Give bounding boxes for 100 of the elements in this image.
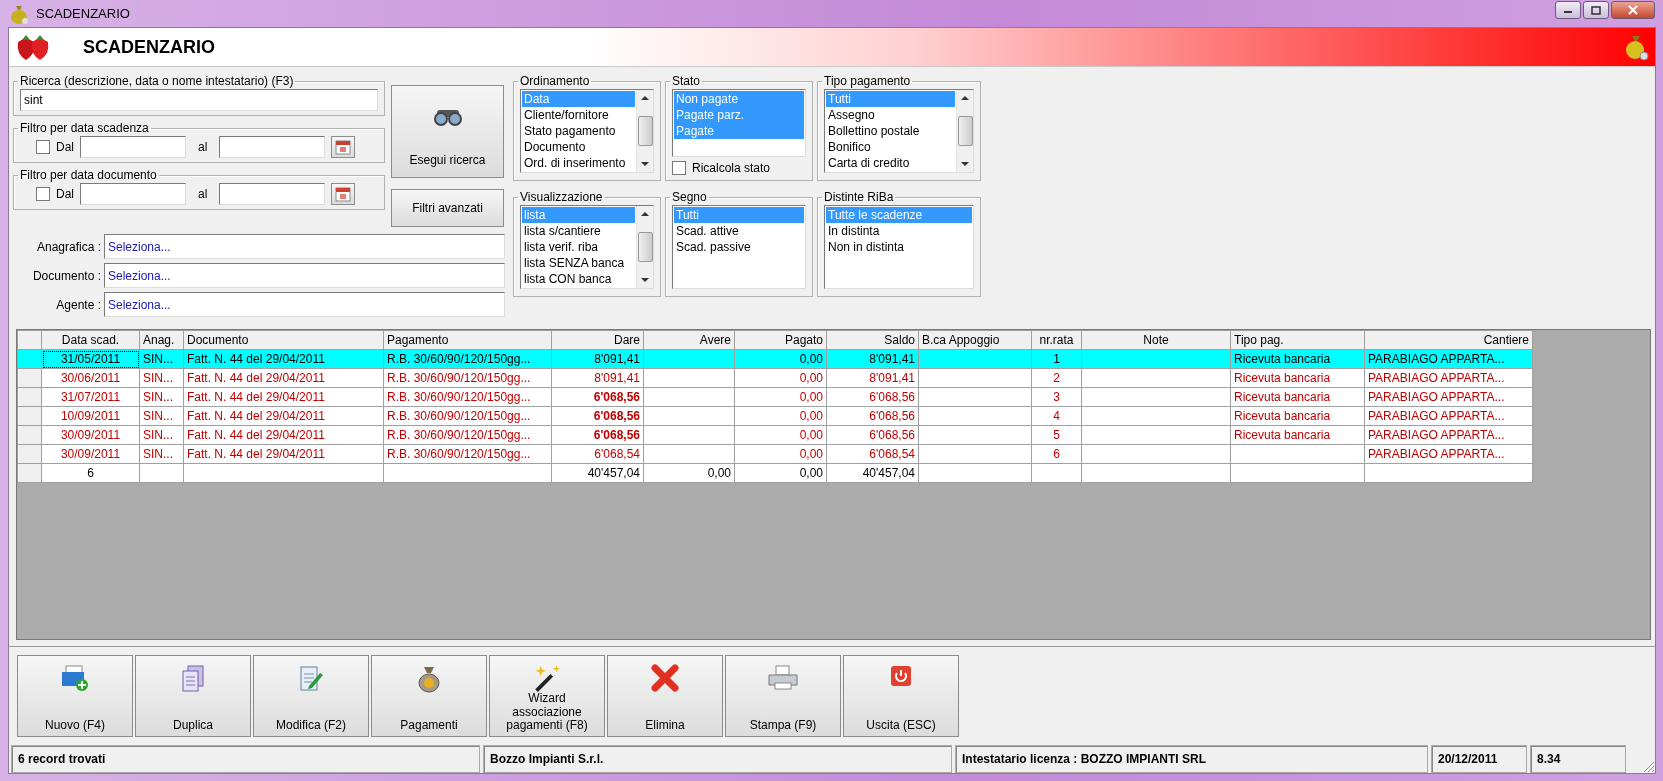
close-button[interactable] xyxy=(1611,1,1655,19)
scrollbar[interactable] xyxy=(636,206,653,288)
search-field[interactable]: sint xyxy=(20,89,378,111)
list-box[interactable]: Tutti Assegno Bollettino postale Bonifico Carta di credito xyxy=(824,89,974,173)
status-text: 8.34 xyxy=(1530,745,1626,773)
table-cell: R.B. 30/60/90/120/150gg... xyxy=(383,444,552,464)
table-cell: 0,00 xyxy=(734,425,827,445)
list-item[interactable]: lista verif. riba xyxy=(522,239,635,255)
table-cell: 6'068,54 xyxy=(551,444,644,464)
checkbox[interactable] xyxy=(672,161,686,175)
column-header[interactable]: Saldo xyxy=(826,330,919,350)
table-cell: 40'457,04 xyxy=(826,463,919,483)
list-item[interactable]: lista CON banca xyxy=(522,271,635,287)
table-cell: SIN... xyxy=(139,387,184,407)
list-item[interactable]: lista SENZA banca xyxy=(522,255,635,271)
table-cell: 4 xyxy=(1031,406,1082,426)
group-label: Ordinamento xyxy=(519,75,591,87)
column-header[interactable]: Cantiere xyxy=(1364,330,1533,350)
field-label: Dal xyxy=(56,186,74,203)
list-item[interactable]: Ord. di inserimento xyxy=(522,155,635,171)
lookup-field[interactable]: Seleziona... xyxy=(104,292,505,317)
box-plus-icon xyxy=(60,664,90,692)
header-title: SCADENZARIO xyxy=(83,35,215,59)
column-header[interactable]: Pagato xyxy=(734,330,827,350)
toolbar-button[interactable]: Pagamenti xyxy=(371,655,487,737)
lookup-field[interactable]: Seleziona... xyxy=(104,234,505,259)
table-cell: 6 xyxy=(1031,444,1082,464)
table-cell: 6'068,56 xyxy=(826,387,919,407)
status-text: Intestatario licenza : BOZZO IMPIANTI SRL xyxy=(955,745,1428,773)
toolbar-button[interactable]: Elimina xyxy=(607,655,723,737)
table-cell: 10/09/2011 xyxy=(41,406,140,426)
table-cell: 6'068,56 xyxy=(826,406,919,426)
scrollbar[interactable] xyxy=(636,90,653,172)
list-item[interactable]: lista s/cantiere xyxy=(522,223,635,239)
table-cell: Ricevuta bancaria xyxy=(1230,406,1365,426)
toolbar-button[interactable]: Uscita (ESC) xyxy=(843,655,959,737)
group-label: Visualizzazione xyxy=(519,191,604,203)
group-label: Filtro per data documento xyxy=(19,169,158,181)
column-header[interactable]: nr.rata xyxy=(1031,330,1082,350)
table-cell: PARABIAGO APPARTA... xyxy=(1364,368,1533,388)
column-header[interactable]: Note xyxy=(1081,330,1231,350)
list-box[interactable]: Data Cliente/fornitore Stato pagamento Documento Ord. di inserimento xyxy=(520,89,654,173)
list-box[interactable]: lista lista s/cantiere lista verif. riba lista SENZA banca lista CON banca xyxy=(520,205,654,289)
column-header[interactable]: Tipo pag. xyxy=(1230,330,1365,350)
close-icon xyxy=(1627,5,1639,15)
power-icon xyxy=(889,664,913,688)
column-header[interactable]: Anag. xyxy=(139,330,184,350)
scrollbar[interactable] xyxy=(956,90,973,172)
list-item[interactable]: Bollettino postale xyxy=(826,123,955,139)
toolbar-button[interactable]: Duplica xyxy=(135,655,251,737)
field-label: al xyxy=(198,186,208,203)
search-button[interactable]: Esegui ricerca xyxy=(391,85,504,178)
calendar-button[interactable] xyxy=(331,183,356,205)
column-header[interactable]: B.ca Appoggio xyxy=(918,330,1032,350)
list-item[interactable]: Cliente/fornitore xyxy=(522,107,635,123)
lookup-field[interactable]: Seleziona... xyxy=(104,263,505,288)
maximize-button[interactable] xyxy=(1583,1,1609,19)
date-field[interactable] xyxy=(219,183,326,205)
table-cell: 6'068,56 xyxy=(551,406,644,426)
date-field[interactable] xyxy=(80,183,186,205)
table-cell: Ricevuta bancaria xyxy=(1230,368,1365,388)
column-header[interactable]: Avere xyxy=(643,330,735,350)
toolbar-button[interactable]: Wizard associazione pagamenti (F8) xyxy=(489,655,605,737)
toolbar-button[interactable]: Nuovo (F4) xyxy=(17,655,133,737)
checkbox-label: Ricalcola stato xyxy=(692,160,771,177)
column-header[interactable]: Pagamento xyxy=(383,330,552,350)
table-cell: 30/06/2011 xyxy=(41,368,140,388)
list-box[interactable]: Tutte le scadenze In distinta Non in distinta xyxy=(824,205,974,289)
list-item[interactable]: Documento xyxy=(522,139,635,155)
list-item[interactable]: Stato pagamento xyxy=(522,123,635,139)
calendar-button[interactable] xyxy=(331,136,356,158)
checkbox[interactable] xyxy=(36,140,50,154)
checkbox[interactable] xyxy=(36,187,50,201)
table-cell: 6 xyxy=(41,463,140,483)
table-cell: 31/07/2011 xyxy=(41,387,140,407)
column-header[interactable]: Data scad. xyxy=(41,330,140,350)
list-item[interactable]: Non in distinta xyxy=(826,239,972,255)
group-label: Distinte RiBa xyxy=(823,191,895,203)
toolbar-button[interactable]: Modifica (F2) xyxy=(253,655,369,737)
column-header[interactable]: Documento xyxy=(183,330,384,350)
advanced-filters-button[interactable]: Filtri avanzati xyxy=(391,189,504,227)
date-field[interactable] xyxy=(80,136,186,158)
list-item[interactable]: Assegno xyxy=(826,107,955,123)
date-field[interactable] xyxy=(219,136,326,158)
documents-icon xyxy=(179,664,207,694)
table-cell: PARABIAGO APPARTA... xyxy=(1364,425,1533,445)
list-item[interactable]: Scad. attive xyxy=(674,223,804,239)
toolbar-button[interactable]: Stampa (F9) xyxy=(725,655,841,737)
table-cell: PARABIAGO APPARTA... xyxy=(1364,387,1533,407)
table-cell: 0,00 xyxy=(734,406,827,426)
list-item[interactable]: Carta di credito xyxy=(826,155,955,171)
list-item[interactable]: In distinta xyxy=(826,223,972,239)
column-header[interactable]: Dare xyxy=(551,330,644,350)
list-box[interactable]: Tutti Scad. attive Scad. passive xyxy=(672,205,806,289)
list-item[interactable]: Scad. passive xyxy=(674,239,804,255)
table-cell: 0,00 xyxy=(734,444,827,464)
list-item[interactable]: Bonifico xyxy=(826,139,955,155)
field-label: Documento : xyxy=(31,267,101,285)
minimize-button[interactable] xyxy=(1555,1,1581,19)
calendar-icon xyxy=(335,139,352,155)
